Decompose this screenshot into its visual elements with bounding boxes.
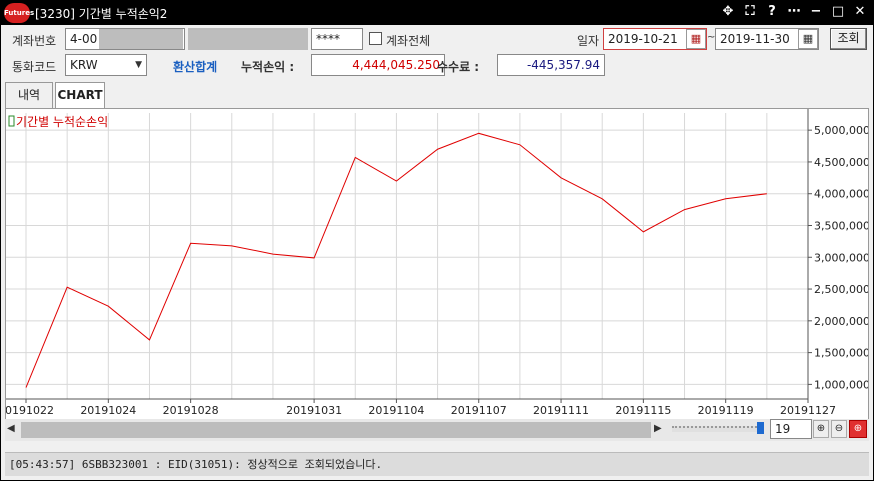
converted-total-label: 환산합계: [173, 60, 218, 74]
x-tick-label: 20191127: [780, 404, 836, 417]
scroll-right-icon[interactable]: ▶: [654, 423, 662, 434]
pnl-line-chart: 5,000,000, 4,500,000, 4,000,000, 3,500,000,…: [0, 109, 873, 417]
x-tick-label: 20191031: [286, 404, 342, 417]
all-accounts-checkbox[interactable]: [369, 32, 382, 45]
chart-area: 5,000,000, 4,500,000, 4,000,000, 3,500,000,…: [0, 108, 873, 440]
maximize-icon[interactable]: □: [831, 4, 845, 20]
y-tick-label: 4,500,000,: [814, 156, 868, 169]
account-mask: [99, 29, 183, 49]
x-tick-label: 20191022: [6, 404, 54, 417]
app-logo: Futures: [4, 3, 34, 23]
tab-chart[interactable]: CHART: [55, 82, 105, 108]
all-accounts-label: 계좌전체: [386, 34, 431, 48]
move-icon[interactable]: ✥: [721, 4, 735, 20]
date-from-calendar-icon[interactable]: ▦: [686, 29, 706, 49]
account-label: 계좌번호: [12, 34, 57, 48]
fee-label: 수수료 :: [437, 60, 480, 74]
chart-scrollbar-thumb[interactable]: [21, 422, 651, 438]
date-to-value: 2019-11-30: [720, 32, 790, 46]
y-tick-label: 5,000,000,: [814, 124, 868, 137]
y-tick-label: 1,000,000,: [814, 378, 868, 391]
y-tick-label: 2,000,000,: [814, 315, 868, 328]
currency-value: KRW: [70, 58, 98, 72]
status-message: [05:43:57] 6SBB323001 : EID(31051): 정상적으…: [9, 458, 383, 471]
password-field[interactable]: ****: [311, 28, 363, 50]
y-tick-label: 2,500,000,: [814, 283, 868, 296]
legend-label: 기간별 누적순손익: [16, 115, 108, 129]
chevron-down-icon: ▼: [135, 60, 142, 70]
titlebar-controls: ✥ ⛶? ⋯ − □ ✕: [721, 4, 867, 20]
currency-select[interactable]: KRW ▼: [65, 54, 147, 76]
zoom-in-icon[interactable]: ⊕: [813, 420, 829, 438]
date-label: 일자: [577, 34, 600, 48]
chart-scroll-row: ◀ ▶ 19 ⊕ ⊖ ⊕: [5, 419, 869, 441]
legend-swatch: [8, 115, 15, 127]
date-to-calendar-icon[interactable]: ▦: [798, 29, 818, 49]
account-number-value: 4-00: [70, 32, 98, 46]
x-tick-label: 20191107: [451, 404, 507, 417]
fullscreen-icon[interactable]: ⛶: [743, 4, 757, 20]
y-tick-label: 1,500,000,: [814, 347, 868, 360]
y-tick-label: 4,000,000,: [814, 188, 868, 201]
close-icon[interactable]: ✕: [853, 4, 867, 20]
query-button[interactable]: 조회: [830, 28, 867, 50]
x-tick-label: 20191111: [533, 404, 589, 417]
help-icon[interactable]: ?: [765, 4, 779, 20]
tab-history[interactable]: 내역: [5, 82, 53, 108]
date-from-value: 2019-10-21: [608, 32, 678, 46]
count-field[interactable]: 19: [770, 419, 812, 439]
x-tick-label: 20191028: [163, 404, 219, 417]
title-bar[interactable]: Futures [3230] 기간별 누적손익2 ✥ ⛶? ⋯ − □ ✕: [1, 1, 873, 25]
zoom-slider-track[interactable]: [672, 426, 764, 432]
cum-pnl-value: 4,444,045.250: [311, 54, 445, 76]
scroll-left-icon[interactable]: ◀: [7, 423, 15, 434]
count-value: 19: [775, 422, 791, 436]
y-tick-label: 3,000,000,: [814, 251, 868, 264]
x-tick-label: 20191119: [698, 404, 754, 417]
zoom-reset-icon[interactable]: ⊕: [849, 420, 867, 438]
chart-legend: 기간별 누적순손익: [8, 115, 108, 129]
more-icon[interactable]: ⋯: [787, 4, 801, 20]
chart-grid: [6, 113, 809, 399]
fee-value: -445,357.94: [497, 54, 605, 76]
window-title: [3230] 기간별 누적손익2: [35, 7, 168, 21]
main-window: Futures [3230] 기간별 누적손익2 ✥ ⛶? ⋯ − □ ✕ 계좌번호 4-…: [0, 0, 874, 481]
currency-label: 통화코드: [12, 60, 57, 74]
x-tick-label: 20191115: [615, 404, 671, 417]
minimize-icon[interactable]: −: [809, 4, 823, 20]
zoom-slider-handle[interactable]: [757, 422, 764, 434]
cum-pnl-label: 누적손익 :: [241, 60, 295, 74]
x-tick-label: 20191024: [80, 404, 136, 417]
x-axis: 20191022 20191024 20191028 20191031 20191104…: [0, 398, 836, 417]
x-tick-label: 20191104: [368, 404, 424, 417]
account-name-field: [188, 28, 308, 50]
y-tick-label: 3,500,000,: [814, 219, 868, 232]
status-bar: [05:43:57] 6SBB323001 : EID(31051): 정상적으…: [5, 452, 869, 476]
zoom-out-icon[interactable]: ⊖: [831, 420, 847, 438]
y-axis: 5,000,000, 4,500,000, 4,000,000, 3,500,000,…: [807, 109, 873, 399]
